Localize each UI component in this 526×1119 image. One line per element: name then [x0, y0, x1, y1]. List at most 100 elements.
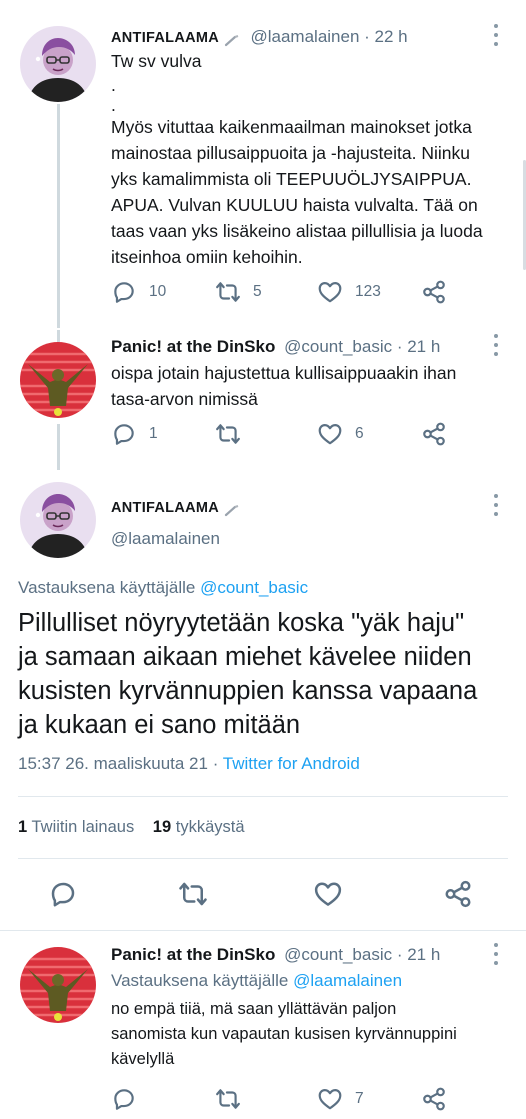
avatar[interactable]: [20, 26, 96, 102]
tweet-text: oispa jotain hajustettua kullisaippuaaki…: [111, 360, 456, 412]
tweet-time: · 22 h: [364, 27, 408, 46]
retweet-icon: [215, 279, 241, 305]
user-handle[interactable]: @laamalainen: [111, 529, 220, 548]
likes-count: 19: [152, 818, 172, 836]
reply-prefix: Vastauksena käyttäjälle: [18, 578, 196, 597]
share-icon: [443, 879, 473, 909]
reply-mention-link[interactable]: @count_basic: [200, 578, 308, 597]
text-line: oispa jotain hajustettua kullisaippuaaki…: [111, 363, 457, 383]
text-line: sanomista kun vapautan kusisen kyrvännup…: [111, 1025, 457, 1043]
tweet-source-link[interactable]: Twitter for Android: [223, 754, 360, 773]
quotes-stat[interactable]: 1 Twiitin lainaus: [18, 818, 134, 836]
quotes-count: 1: [18, 818, 28, 836]
display-name[interactable]: ANTIFALAAMA: [111, 500, 219, 516]
share-icon: [421, 1086, 447, 1112]
avatar[interactable]: [20, 947, 96, 1023]
avatar[interactable]: [20, 482, 96, 558]
brush-icon: [224, 32, 240, 46]
divider: [18, 796, 508, 797]
text-line: APUA. Vulvan KUULUU haista vulvalta. Tää…: [111, 195, 478, 215]
avatar[interactable]: [20, 342, 96, 418]
display-name-row: ANTIFALAAMA: [111, 497, 240, 517]
display-name[interactable]: ANTIFALAAMA: [111, 30, 219, 46]
likes-stat[interactable]: 19 tykkäystä: [153, 818, 245, 836]
quotes-label: Twiitin lainaus: [31, 818, 135, 836]
retweet-count: 5: [253, 283, 262, 300]
retweet-icon: [215, 421, 241, 447]
tweet-header: ANTIFALAAMA @laamalainen · 22 h: [111, 27, 408, 47]
retweet-button[interactable]: [215, 1085, 241, 1113]
tweet-text: no empä tiiä, mä saan yllättävän paljon …: [111, 997, 457, 1072]
reply-count: 1: [149, 425, 158, 442]
share-button[interactable]: [421, 1085, 447, 1113]
reply-button[interactable]: 10: [111, 278, 166, 306]
display-name[interactable]: Panic! at the DinSko: [111, 337, 275, 356]
reply-icon: [48, 879, 78, 909]
reply-context: Vastauksena käyttäjälle @laamalainen: [111, 971, 402, 991]
text-line: .: [111, 75, 116, 95]
share-button[interactable]: [421, 278, 447, 306]
meta-separator: ·: [212, 754, 223, 773]
like-count: 7: [355, 1090, 364, 1107]
more-vertical-icon[interactable]: [493, 943, 499, 965]
like-button[interactable]: 123: [317, 278, 381, 306]
share-button[interactable]: [421, 420, 447, 448]
reply-context: Vastauksena käyttäjälle @count_basic: [18, 578, 308, 598]
text-line: kusisten kyrvännuppien kanssa vapaana: [18, 677, 478, 705]
user-handle[interactable]: @count_basic: [284, 337, 392, 356]
text-line: kävelyllä: [111, 1050, 175, 1068]
like-button[interactable]: 6: [317, 420, 364, 448]
reply-mention-link[interactable]: @laamalainen: [293, 971, 402, 990]
likes-label: tykkäystä: [175, 818, 245, 836]
retweet-icon: [178, 879, 208, 909]
text-line: itseinhoa omiin kehoihin.: [111, 247, 303, 267]
text-line: .: [111, 95, 116, 115]
reply-icon: [111, 1086, 137, 1112]
like-button[interactable]: 7: [317, 1085, 364, 1113]
like-button[interactable]: [313, 878, 343, 910]
reply-button[interactable]: [48, 878, 78, 910]
reply-icon: [111, 421, 137, 447]
text-line: yks kamalimmista oli TEEPUUÖLJYSAIPPUA.: [111, 169, 472, 189]
text-line: ja samaan aikaan miehet kävelee niiden: [18, 643, 472, 671]
reply-button[interactable]: [111, 1085, 137, 1113]
more-vertical-icon[interactable]: [493, 334, 499, 356]
thread-line: [57, 104, 60, 328]
focused-tweet: ANTIFALAAMA @laamalainen Vastauksena käy…: [0, 470, 526, 930]
tweet-timestamp: 15:37 26. maaliskuuta 21: [18, 754, 208, 773]
heart-icon: [317, 279, 343, 305]
heart-icon: [313, 879, 343, 909]
like-count: 123: [355, 283, 381, 300]
tweet-meta: 15:37 26. maaliskuuta 21 · Twitter for A…: [18, 754, 360, 774]
more-vertical-icon[interactable]: [493, 24, 499, 46]
tweet-actions: 7: [111, 1085, 511, 1113]
text-line: tasa-arvon nimissä: [111, 389, 258, 409]
brush-icon: [224, 502, 240, 516]
tweet-actions: 1 6: [111, 420, 511, 448]
tweet[interactable]: Panic! at the DinSko @count_basic · 21 h…: [0, 330, 526, 470]
thread-line: [57, 330, 60, 342]
display-name[interactable]: Panic! at the DinSko: [111, 945, 275, 964]
text-line: Tw sv vulva: [111, 51, 202, 71]
reply-button[interactable]: 1: [111, 420, 158, 448]
retweet-button[interactable]: [215, 420, 241, 448]
tweet-stats: 1 Twiitin lainaus 19 tykkäystä: [18, 818, 245, 837]
user-handle[interactable]: @count_basic: [284, 945, 392, 964]
text-line: mainostaa pillusaippuoita ja -hajusteita…: [111, 143, 470, 163]
text-line: Myös vituttaa kaikenmaailman mainokset j…: [111, 117, 472, 137]
retweet-button[interactable]: 5: [215, 278, 262, 306]
retweet-button[interactable]: [178, 878, 208, 910]
share-button[interactable]: [443, 878, 473, 910]
tweet-time: · 21 h: [396, 337, 441, 356]
handle-row: @laamalainen: [111, 529, 220, 549]
text-line: no empä tiiä, mä saan yllättävän paljon: [111, 1000, 397, 1018]
share-icon: [421, 421, 447, 447]
more-vertical-icon[interactable]: [493, 494, 499, 516]
tweet[interactable]: Panic! at the DinSko @count_basic · 21 h…: [0, 931, 526, 1119]
tweet[interactable]: ANTIFALAAMA @laamalainen · 22 h Tw sv vu…: [0, 0, 526, 330]
text-line: taas vaan yks lisäkeino alistaa pillulli…: [111, 221, 483, 241]
text-line: Pillulliset nöyryytetään koska "yäk haju…: [18, 609, 465, 637]
reply-icon: [111, 279, 137, 305]
user-handle[interactable]: @laamalainen: [250, 27, 359, 46]
tweet-actions: 10 5 123: [111, 278, 511, 306]
